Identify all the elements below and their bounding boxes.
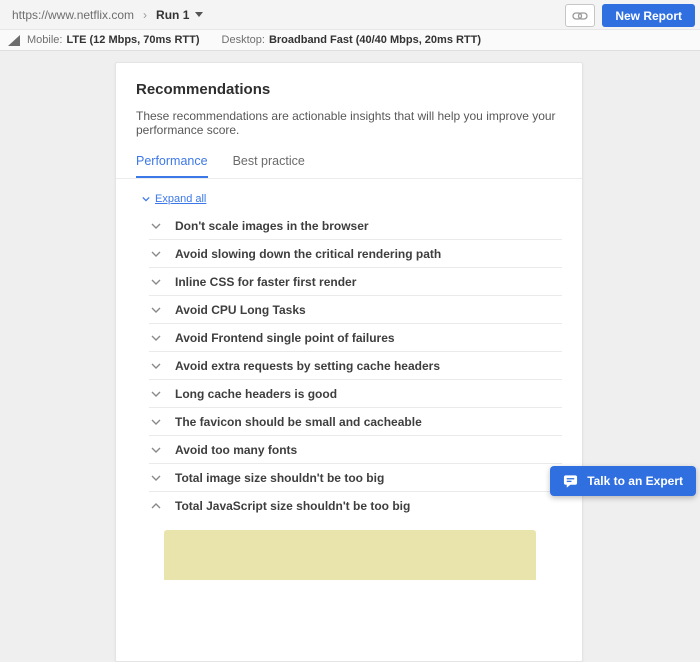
- recommendation-title: Avoid extra requests by setting cache he…: [175, 359, 440, 373]
- recommendation-row[interactable]: Avoid slowing down the critical renderin…: [149, 240, 562, 268]
- recommendation-title: The favicon should be small and cacheabl…: [175, 415, 422, 429]
- recommendation-row[interactable]: Don't scale images in the browser: [149, 212, 562, 240]
- chevron-down-icon: [151, 363, 161, 369]
- talk-to-expert-label: Talk to an Expert: [587, 474, 683, 488]
- chevron-down-icon: [151, 335, 161, 341]
- recommendation-title: Total image size shouldn't be too big: [175, 471, 384, 485]
- tab-best-practice[interactable]: Best practice: [233, 154, 305, 178]
- desktop-connection-label: Desktop:: [222, 34, 265, 46]
- expanded-item-content-peek: [164, 530, 536, 580]
- link-icon: [572, 11, 588, 21]
- recommendation-title: Inline CSS for faster first render: [175, 275, 356, 289]
- recommendation-row[interactable]: Inline CSS for faster first render: [149, 268, 562, 296]
- recommendations-card: Recommendations These recommendations ar…: [115, 62, 583, 662]
- chevron-down-icon: [151, 223, 161, 229]
- card-description: These recommendations are actionable ins…: [136, 109, 562, 137]
- recommendation-title: Avoid slowing down the critical renderin…: [175, 247, 441, 261]
- recommendation-title: Don't scale images in the browser: [175, 219, 369, 233]
- recommendation-row[interactable]: Long cache headers is good: [149, 380, 562, 408]
- run-selector[interactable]: Run 1: [156, 8, 203, 22]
- chat-icon: [563, 474, 578, 488]
- recommendations-list: Don't scale images in the browser Avoid …: [149, 212, 562, 520]
- recommendation-title: Long cache headers is good: [175, 387, 337, 401]
- page-background: Recommendations These recommendations ar…: [0, 52, 700, 509]
- chevron-down-icon: [151, 251, 161, 257]
- chevron-down-icon: [195, 12, 203, 17]
- copy-link-button[interactable]: [565, 4, 595, 27]
- expand-all-link: Expand all: [155, 193, 206, 205]
- chevron-down-icon: [151, 391, 161, 397]
- new-report-button[interactable]: New Report: [602, 4, 695, 27]
- mobile-connection-label: Mobile:: [27, 34, 62, 46]
- recommendation-row[interactable]: Avoid CPU Long Tasks: [149, 296, 562, 324]
- tab-bar: Performance Best practice: [116, 154, 582, 179]
- recommendation-row[interactable]: Total image size shouldn't be too big: [149, 464, 562, 492]
- recommendation-title: Avoid too many fonts: [175, 443, 297, 457]
- signal-icon: [8, 35, 20, 46]
- chevron-down-icon: [151, 447, 161, 453]
- breadcrumb-url[interactable]: https://www.netflix.com: [12, 8, 134, 22]
- chevron-down-icon: [151, 475, 161, 481]
- talk-to-expert-button[interactable]: Talk to an Expert: [550, 466, 696, 496]
- desktop-connection: Desktop: Broadband Fast (40/40 Mbps, 20m…: [222, 34, 482, 46]
- chevron-down-icon: [151, 307, 161, 313]
- recommendation-title: Avoid CPU Long Tasks: [175, 303, 306, 317]
- expand-all-control[interactable]: Expand all: [142, 193, 562, 205]
- desktop-connection-value: Broadband Fast (40/40 Mbps, 20ms RTT): [269, 34, 481, 46]
- breadcrumb-separator-icon: ›: [143, 8, 147, 22]
- recommendation-row[interactable]: Total JavaScript size shouldn't be too b…: [149, 492, 562, 520]
- page-title: Recommendations: [136, 81, 562, 98]
- chevron-down-icon: [151, 279, 161, 285]
- mobile-connection-value: LTE (12 Mbps, 70ms RTT): [66, 34, 199, 46]
- chevron-down-icon: [151, 419, 161, 425]
- chevron-up-icon: [151, 503, 161, 509]
- recommendation-row[interactable]: The favicon should be small and cacheabl…: [149, 408, 562, 436]
- top-bar: https://www.netflix.com › Run 1 New Repo…: [0, 0, 700, 30]
- recommendation-title: Total JavaScript size shouldn't be too b…: [175, 499, 410, 513]
- run-selector-label: Run 1: [156, 8, 189, 22]
- recommendation-row[interactable]: Avoid extra requests by setting cache he…: [149, 352, 562, 380]
- chevron-down-icon: [142, 196, 150, 202]
- recommendation-title: Avoid Frontend single point of failures: [175, 331, 395, 345]
- mobile-connection: Mobile: LTE (12 Mbps, 70ms RTT): [27, 34, 200, 46]
- recommendation-row[interactable]: Avoid Frontend single point of failures: [149, 324, 562, 352]
- connection-bar: Mobile: LTE (12 Mbps, 70ms RTT) Desktop:…: [0, 30, 700, 51]
- tab-performance[interactable]: Performance: [136, 154, 208, 178]
- recommendation-row[interactable]: Avoid too many fonts: [149, 436, 562, 464]
